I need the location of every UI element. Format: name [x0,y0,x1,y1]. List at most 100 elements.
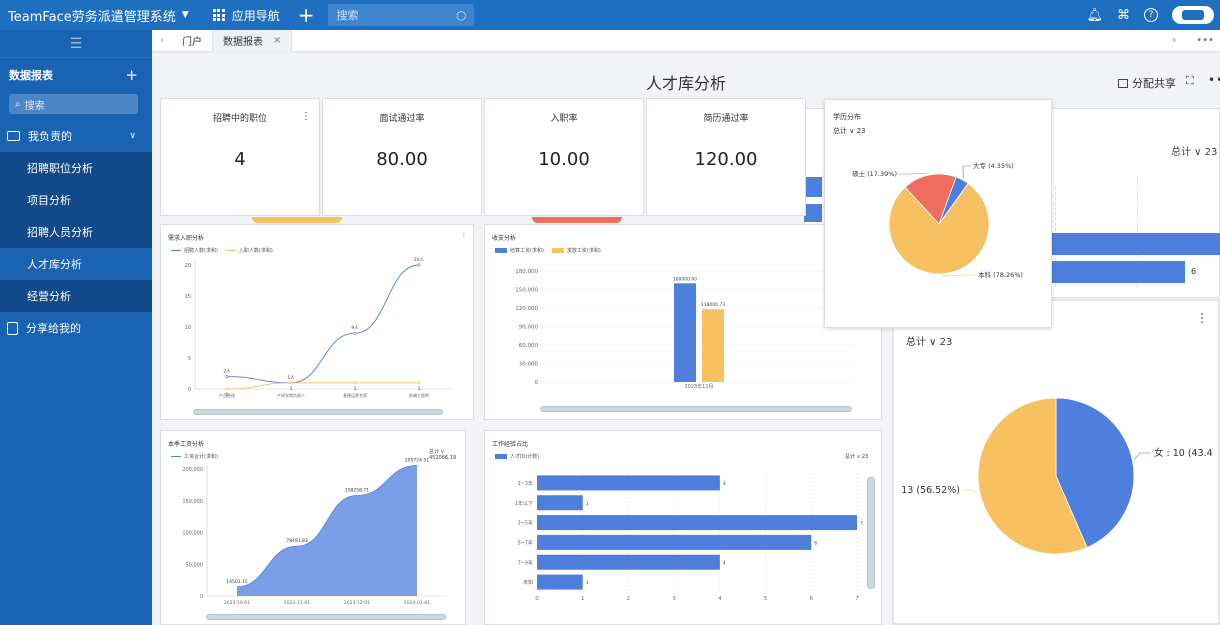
data-label: 1 [586,580,589,586]
sidebar-item-recruit-analysis[interactable]: 招聘人员分析 [0,216,152,248]
area-chart: 0 50,000 100,000 150,000 200,000 2023-10-01 20… [182,457,447,606]
app-nav-label: 应用导航 [231,8,280,23]
chart-scrollbar[interactable] [867,477,875,589]
tab-scroll-right-icon[interactable]: › [1172,35,1176,46]
data-label: 1 [418,386,421,392]
chart-scrollbar[interactable] [206,614,446,620]
slice-label: 硕士 (17.39%) [852,169,897,178]
slice-label: 本科 (78.26%) [978,270,1023,279]
search-icon[interactable]: ○ [456,8,466,22]
kpi-card-interview-rate[interactable]: 面试通过率 80.00 [322,98,482,216]
chart-card-income: 收支分析 结算工资(求和) 发放工资(求和) 0 30,000 60,000 90,0… [484,224,882,420]
tab-scroll-left-icon[interactable]: ‹ [152,35,172,46]
more-vertical-icon[interactable]: ⋮ [301,111,311,122]
chart-card-salary: 本季工资分析 总计 ∨ 452066.19 工资合计(求和) 0 50,000 10… [160,430,466,625]
x-tick-label: 2023年11月 [684,383,713,390]
y-tick-label: 20 [185,263,191,269]
y-tick-label: 200,000 [182,467,203,473]
data-point [353,381,357,385]
sidebar-group-shared[interactable]: 分享给我的 [0,312,152,344]
background-bar-stub [804,204,822,222]
background-pie-peek [532,217,622,223]
sidebar-search[interactable]: ⌕ 搜索 [9,94,138,114]
y-tick-label: 7~9年 [517,559,533,566]
x-tick-label: 2023-11-01 [284,600,310,606]
series-line [226,264,420,384]
fullscreen-icon[interactable]: ⛶ [1186,74,1194,88]
sidebar-item-business-analysis[interactable]: 经营分析 [0,280,152,312]
slice-label: 大专 (4.35%) [973,161,1014,170]
series-line [226,382,419,390]
kpi-label: 简历通过率 [703,114,749,124]
data-label: 1 [586,501,589,507]
collapse-menu-icon[interactable]: ☰ [0,30,152,58]
x-tick-label: 2023-12-01 [344,600,370,606]
close-icon[interactable]: × [273,35,281,46]
y-tick-label: 15 [185,294,191,300]
data-label: 4 [723,481,726,487]
x-tick-label: 2 [627,596,631,602]
x-tick-label: 6 [810,596,814,602]
total-label[interactable]: 总计 ∨ 23 [1171,143,1217,158]
data-label: 20人 [414,257,425,263]
area-fill [237,465,417,596]
y-tick-label: 未知 [523,579,533,586]
y-tick-label: 120,000 [515,306,538,312]
sidebar-section-title: 数据报表 [9,69,53,82]
bar [537,475,720,491]
y-tick-label: 0 [188,387,191,393]
sidebar-item-job-analysis[interactable]: 招聘职位分析 [0,152,152,184]
x-tick-label: 5 [764,596,768,602]
kpi-card-onboard-rate[interactable]: 入职率 10.00 [484,98,644,216]
share-icon [7,321,18,335]
y-tick-label: 1~3年 [517,480,533,487]
data-label: 7 [860,521,863,527]
org-chart-icon[interactable]: ⌘ [1117,8,1130,23]
chart-scrollbar[interactable] [540,406,852,412]
background-bar-stub [804,177,822,197]
y-tick-label: 3~5年 [517,520,533,527]
add-icon[interactable]: + [298,5,315,25]
search-icon: ⌕ [15,98,21,110]
label-line [962,165,971,179]
data-label: 1 [354,386,357,392]
share-button[interactable]: 分配共享 [1118,75,1176,91]
y-tick-label: 1年以下 [515,500,533,507]
kpi-card-open-jobs[interactable]: 招聘中的职位 ⋮ 4 [160,98,320,216]
bar [537,574,583,590]
bar [537,534,812,550]
y-tick-label: 50,000 [186,562,204,568]
more-icon[interactable]: ••• [1196,35,1214,46]
y-tick-label: 30,000 [519,362,539,368]
sidebar: ☰ 数据报表 + ⌕ 搜索 我负责的 ∨ 招聘职位分析 项目分析 招聘人员分析 … [0,30,152,625]
y-tick-label: 100,000 [182,531,203,537]
add-report-icon[interactable]: + [125,66,138,84]
tab-label: 门户 [182,37,202,48]
sidebar-group-mine[interactable]: 我负责的 ∨ [0,120,152,152]
app-title[interactable]: TeamFace劳务派遣管理系统 [0,6,176,25]
tab-reports[interactable]: 数据报表 × [213,29,293,52]
global-search-input[interactable] [336,8,447,22]
y-tick-label: 5~7年 [517,539,533,546]
app-switch-chevron-icon[interactable]: ▼ [182,10,189,20]
sidebar-item-talent-analysis[interactable]: 人才库分析 [0,248,152,280]
help-icon[interactable]: ? [1144,8,1158,22]
sidebar-item-label: 人才库分析 [27,258,82,271]
x-tick-label: 基建运营专家 [343,392,367,398]
share-label: 分配共享 [1132,77,1176,90]
bell-icon[interactable]: 🔔︎ [1086,8,1103,23]
app-nav-button[interactable]: 应用导航 [212,7,280,24]
kpi-value: 10.00 [538,149,590,170]
tab-portal[interactable]: 门户 [172,29,213,52]
global-search[interactable]: ○ [328,4,475,26]
label-line [899,172,929,175]
avatar[interactable] [1172,6,1214,24]
data-label: 6 [814,540,817,546]
more-icon[interactable]: ••• [1208,73,1220,87]
tab-label: 数据报表 [223,37,263,48]
kpi-card-resume-rate[interactable]: 简历通过率 120.00 [646,98,806,216]
sidebar-item-project-analysis[interactable]: 项目分析 [0,184,152,216]
data-point [417,263,421,267]
data-label: 4 [723,560,726,566]
chart-scrollbar[interactable] [193,409,443,415]
